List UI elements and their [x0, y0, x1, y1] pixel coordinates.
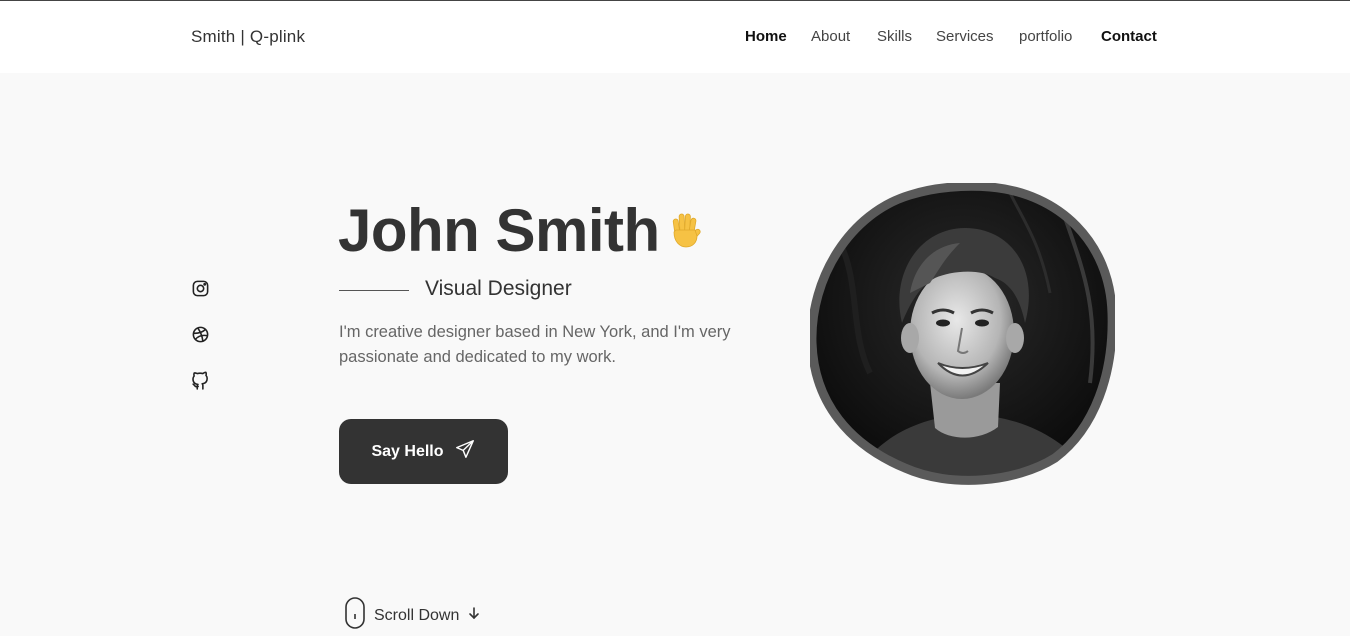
scroll-down-button[interactable]: Scroll Down	[344, 597, 481, 634]
say-hello-label: Say Hello	[371, 442, 444, 460]
dribbble-icon[interactable]	[191, 325, 210, 344]
nav-services[interactable]: Services	[936, 28, 994, 45]
nav-skills[interactable]: Skills	[877, 28, 912, 45]
waving-hand-icon	[666, 210, 706, 255]
scroll-down-label: Scroll Down	[374, 606, 460, 624]
hero-description: I'm creative designer based in New York,…	[339, 323, 731, 366]
site-header: Smith | Q-plink Home About Skills Servic…	[0, 1, 1350, 73]
subtitle-divider	[339, 290, 409, 291]
hero-subtitle: Visual Designer	[425, 277, 572, 300]
nav-contact[interactable]: Contact	[1101, 28, 1157, 45]
send-icon	[454, 438, 476, 465]
nav-portfolio[interactable]: portfolio	[1019, 28, 1072, 45]
mouse-icon	[344, 597, 366, 634]
say-hello-button[interactable]: Say Hello	[339, 419, 508, 484]
site-logo[interactable]: Smith | Q-plink	[191, 27, 305, 47]
profile-portrait	[807, 181, 1117, 493]
nav-about[interactable]: About	[811, 28, 850, 45]
instagram-icon[interactable]	[191, 279, 210, 298]
hero-name: John Smith	[338, 197, 660, 264]
arrow-down-icon	[467, 606, 481, 625]
github-icon[interactable]	[191, 371, 210, 391]
nav-home[interactable]: Home	[745, 28, 787, 45]
